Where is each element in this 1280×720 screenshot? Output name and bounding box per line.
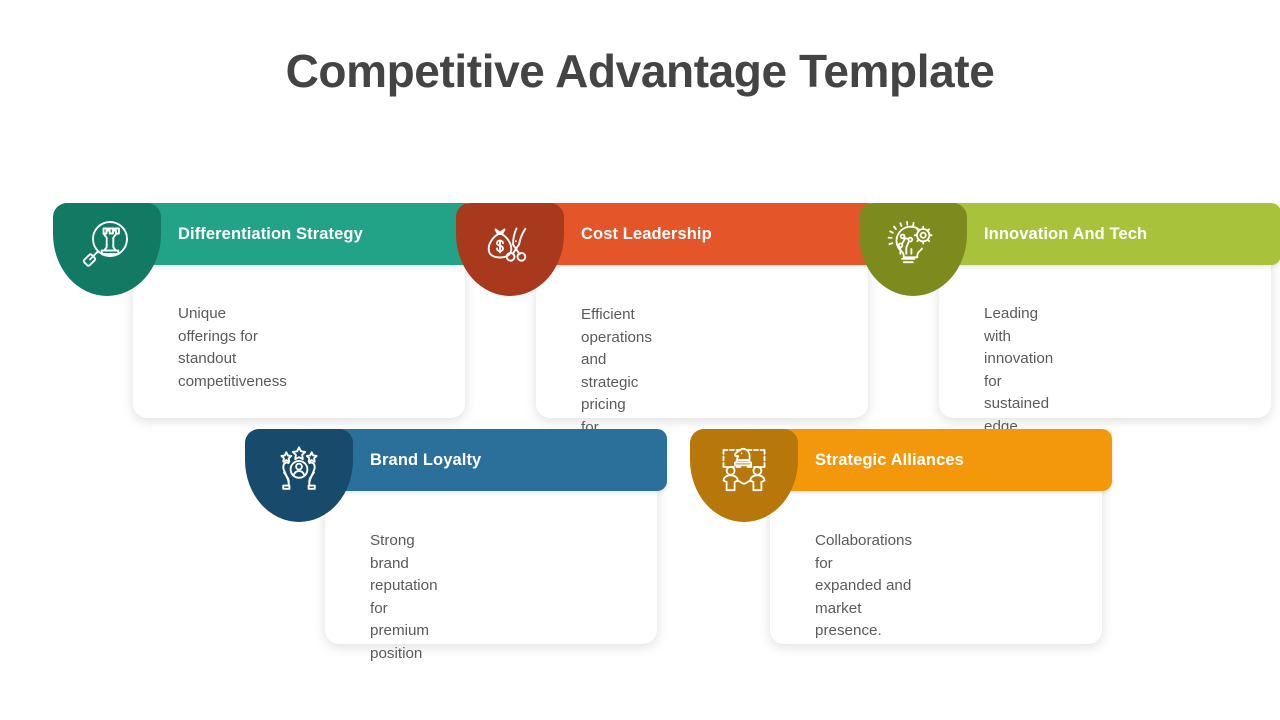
lightbulb-gear-icon [884,215,942,273]
magnifier-chess-rook-icon [78,215,136,273]
card-header[interactable]: Brand Loyalty [298,429,667,491]
card-header[interactable]: Cost Leadership [509,203,878,265]
card-header[interactable]: Differentiation Strategy [106,203,475,265]
page-title: Competitive Advantage Template [285,45,995,97]
card-description: Leading with innovation for sustained ed… [984,305,1054,435]
slide-canvas: Competitive Advantage Template Different… [0,0,1280,720]
card-description: Collaborations for expanded and market p… [815,532,913,639]
card-header[interactable]: Strategic Alliances [743,429,1112,491]
money-bag-scissors-icon [481,215,539,273]
people-chess-knight-icon [715,441,773,499]
card-description: Unique offerings for standout competitiv… [178,305,287,390]
hands-person-stars-icon [270,441,328,499]
card-description: Strong brand reputation for premium posi… [370,532,438,662]
card-header[interactable]: Innovation And Tech [912,203,1280,265]
